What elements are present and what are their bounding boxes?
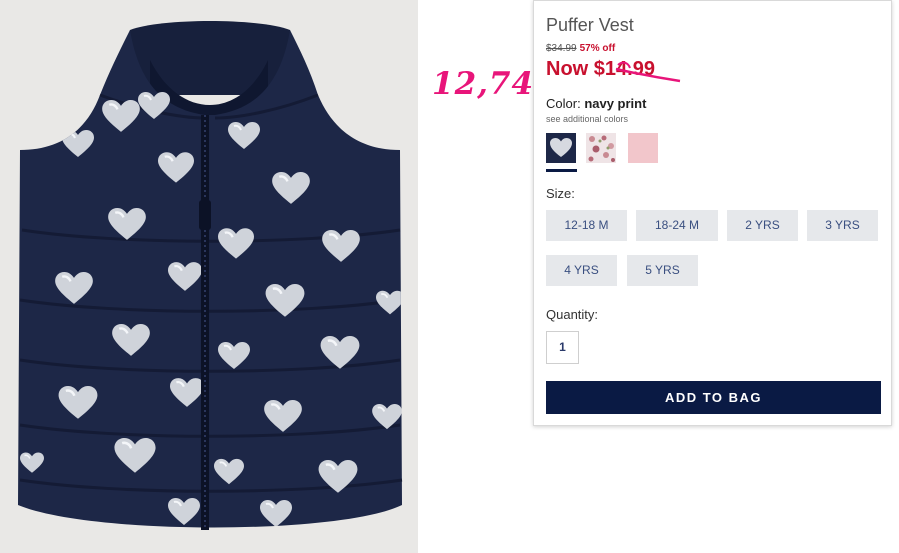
quantity-input[interactable]: 1 bbox=[546, 331, 579, 364]
add-to-bag-button[interactable]: ADD TO BAG bbox=[546, 381, 881, 414]
product-image bbox=[0, 0, 418, 553]
color-swatch-navy-print[interactable] bbox=[546, 133, 576, 163]
product-title: Puffer Vest bbox=[546, 15, 634, 35]
handwritten-price-note: 12,74 bbox=[432, 66, 535, 102]
discount-badge: 57% off bbox=[579, 43, 616, 54]
price-row: $34.99 57% off bbox=[546, 43, 615, 54]
product-details-card: Puffer Vest $34.99 57% off Now $14.99 Col… bbox=[533, 0, 892, 426]
size-option-12-18m[interactable]: 12-18 M bbox=[546, 210, 627, 241]
color-label-text: Color: bbox=[546, 96, 581, 111]
size-option-4yrs[interactable]: 4 YRS bbox=[546, 255, 617, 286]
floral-pattern-icon bbox=[588, 135, 615, 162]
size-option-2yrs[interactable]: 2 YRS bbox=[727, 210, 798, 241]
original-price: $34.99 bbox=[546, 43, 577, 54]
heart-icon bbox=[550, 138, 572, 157]
color-label: Color: navy print bbox=[546, 96, 646, 111]
see-additional-colors-link[interactable]: see additional colors bbox=[546, 114, 628, 124]
size-option-18-24m[interactable]: 18-24 M bbox=[636, 210, 718, 241]
size-label: Size: bbox=[546, 186, 575, 201]
color-swatch-floral[interactable] bbox=[586, 133, 616, 163]
handwritten-strike-mark bbox=[615, 61, 681, 83]
selected-swatch-indicator bbox=[546, 169, 577, 172]
size-option-5yrs[interactable]: 5 YRS bbox=[627, 255, 698, 286]
selected-color: navy print bbox=[584, 96, 647, 111]
quantity-label: Quantity: bbox=[546, 307, 599, 322]
size-option-3yrs[interactable]: 3 YRS bbox=[807, 210, 878, 241]
color-swatch-pink[interactable] bbox=[628, 133, 658, 163]
